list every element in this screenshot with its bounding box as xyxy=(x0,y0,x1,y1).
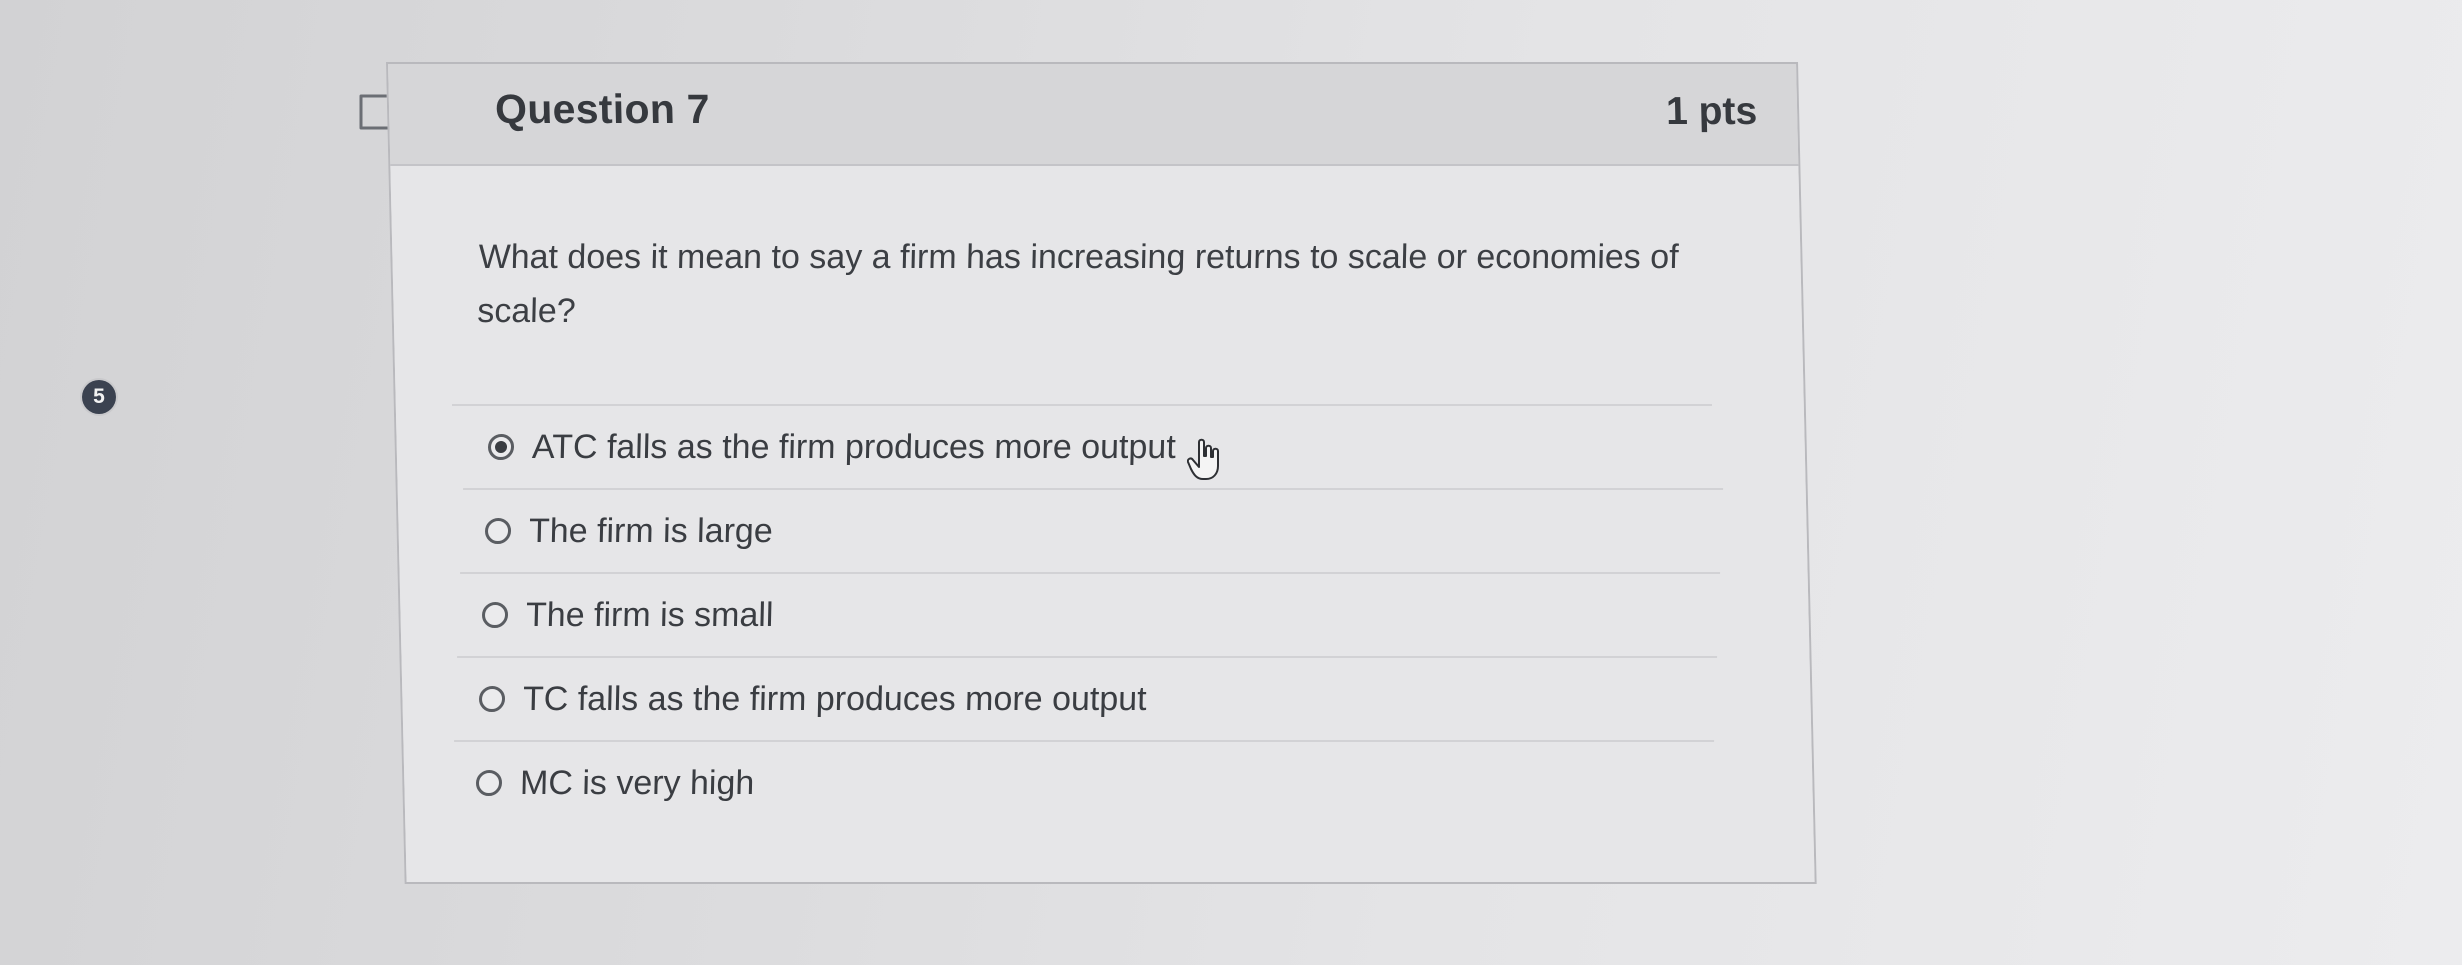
answer-list: ATC falls as the firm produces more outp… xyxy=(452,404,1792,824)
nav-badge-number: 5 xyxy=(93,385,105,408)
question-header: Question 7 1 pts xyxy=(388,64,1799,166)
question-title: Question 7 xyxy=(494,86,711,132)
answer-label[interactable]: ATC falls as the firm produces more outp… xyxy=(532,428,1177,467)
answer-label[interactable]: The firm is small xyxy=(526,596,774,635)
answer-option-5[interactable]: MC is very high xyxy=(451,742,1713,824)
question-points: 1 pts xyxy=(1665,90,1758,133)
nav-badge[interactable]: 5 xyxy=(82,380,116,414)
answer-option-1[interactable]: ATC falls as the firm produces more outp… xyxy=(463,406,1725,490)
radio-button[interactable] xyxy=(478,686,506,712)
answer-label[interactable]: The firm is large xyxy=(529,512,774,551)
radio-button-selected[interactable] xyxy=(487,434,515,460)
radio-button[interactable] xyxy=(481,602,509,628)
answer-option-2[interactable]: The firm is large xyxy=(460,490,1722,574)
hand-cursor-icon xyxy=(1187,438,1219,480)
radio-button[interactable] xyxy=(475,770,503,796)
question-text: What does it mean to say a firm has incr… xyxy=(476,238,1680,330)
answer-option-4[interactable]: TC falls as the firm produces more outpu… xyxy=(454,658,1716,742)
answer-label[interactable]: MC is very high xyxy=(520,764,755,803)
answer-option-3[interactable]: The firm is small xyxy=(457,574,1719,658)
answer-label[interactable]: TC falls as the firm produces more outpu… xyxy=(523,680,1147,719)
radio-button[interactable] xyxy=(484,518,512,544)
